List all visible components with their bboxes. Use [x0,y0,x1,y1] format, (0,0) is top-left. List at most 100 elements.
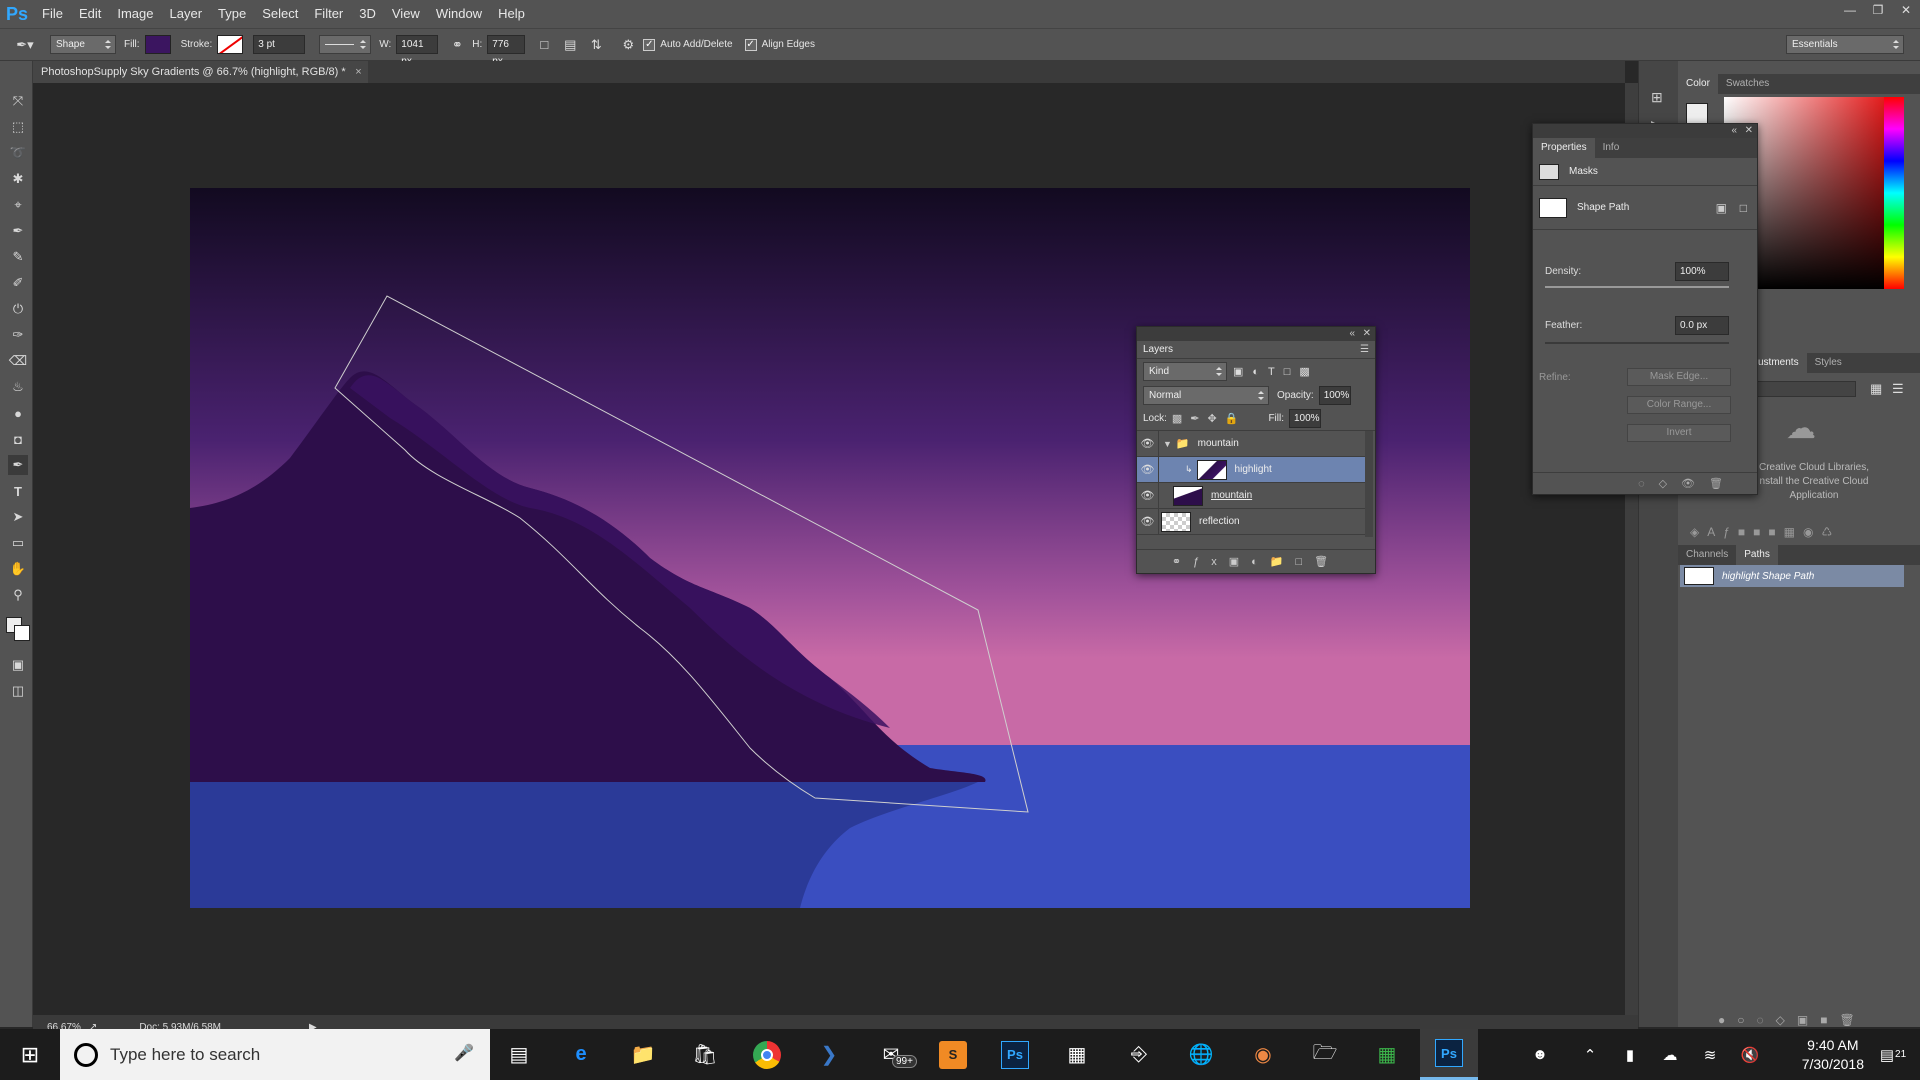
menu-filter[interactable]: Filter [306,0,351,28]
folder-app-icon[interactable]: 🗁 [1296,1029,1354,1080]
type-tool-icon[interactable]: T [8,481,28,501]
properties-panel-header[interactable]: « ✕ [1533,124,1757,138]
eyedropper-tool-icon[interactable]: ✒ [8,221,28,241]
sublime-icon[interactable]: S [924,1029,982,1080]
layers-footer-icons[interactable]: ⚭ƒx▣◐📁□🗑 [1137,549,1375,573]
marquee-tool-icon[interactable]: ⬚ [8,117,28,137]
paths-toolbar-icons[interactable]: ●○◌◇▣■🗑 [1718,1013,1867,1027]
tab-properties[interactable]: Properties [1533,138,1595,158]
background-color-swatch[interactable] [14,625,30,641]
chrome-icon[interactable] [738,1029,796,1080]
quick-mask-icon[interactable]: ▣ [8,655,28,675]
paint-bucket-tool-icon[interactable]: ♨ [8,377,28,397]
rectangle-tool-icon[interactable]: ▭ [8,533,28,553]
auto-add-delete-checkbox[interactable]: ✓ [643,38,656,51]
clock[interactable]: 9:40 AM 7/30/2018 [1802,1036,1864,1074]
list-view-icon[interactable]: ☰ [1892,381,1904,397]
filter-kind-select[interactable]: Kind [1143,361,1227,381]
mask-edge-button[interactable]: Mask Edge... [1627,368,1731,386]
spreadsheet-icon[interactable]: ▦ [1358,1029,1416,1080]
layers-scrollbar[interactable] [1365,431,1373,537]
layer-row[interactable]: 👁 reflection [1137,508,1366,535]
invert-button[interactable]: Invert [1627,424,1731,442]
tab-swatches[interactable]: Swatches [1718,74,1777,94]
task-view-icon[interactable]: ▤ [490,1029,548,1080]
layer-row-group[interactable]: 👁 ▼ 📁 mountain [1137,431,1366,457]
tab-paths[interactable]: Paths [1736,545,1778,565]
hue-slider[interactable] [1884,97,1904,289]
path-selection-tool-icon[interactable]: ➤ [8,507,28,527]
powershell-icon[interactable]: ❯ [800,1029,858,1080]
grid-view-icon[interactable]: ▦ [1870,381,1882,397]
wifi-icon[interactable]: ≋ [1690,1029,1730,1080]
file-explorer-icon[interactable]: 📁 [614,1029,672,1080]
width-input[interactable]: 1041 px [396,35,439,67]
menu-3d[interactable]: 3D [351,0,384,28]
path-item[interactable]: highlight Shape Path [1680,565,1904,587]
fill-swatch[interactable] [144,35,171,54]
people-icon[interactable]: ☻ [1520,1029,1560,1080]
app-windows-icon[interactable]: ▦ [1048,1029,1106,1080]
menu-file[interactable]: File [34,0,71,28]
stroke-swatch[interactable] [217,35,244,54]
library-toolbar-icons[interactable]: ◈Aƒ■■■▦◉♺ [1690,525,1840,539]
menu-view[interactable]: View [384,0,428,28]
menu-type[interactable]: Type [210,0,254,28]
battery-icon[interactable]: ▮ [1610,1029,1650,1080]
add-pixel-mask-icon[interactable]: ▣ [1716,201,1727,215]
layers-panel-header[interactable]: « ✕ [1137,327,1375,341]
opacity-input[interactable]: 100% [1318,385,1351,405]
menu-layer[interactable]: Layer [162,0,211,28]
eye-icon[interactable]: 👁 [1137,456,1159,483]
volume-icon[interactable]: 🔇 [1730,1029,1770,1080]
crop-tool-icon[interactable]: ⌖ [8,195,28,215]
eye-icon[interactable]: 👁 [1137,431,1159,457]
height-input[interactable]: 776 px [487,35,526,67]
density-slider-track[interactable] [1545,286,1729,288]
filter-type-icons[interactable]: ▣◐T□▩ [1233,365,1319,378]
globe-icon[interactable]: 🌐 [1172,1029,1230,1080]
layer-row[interactable]: 👁 mountain [1137,482,1366,509]
healing-brush-tool-icon[interactable]: ✎ [8,247,28,267]
brush-tool-icon[interactable]: ✐ [8,273,28,293]
clone-stamp-tool-icon[interactable]: ⏻ [8,299,28,319]
path-arrangement-icon[interactable]: ⇅ [585,34,607,56]
density-input[interactable]: 100% [1675,262,1729,281]
eye-icon[interactable]: 👁 [1137,482,1159,509]
hand-tool-icon[interactable]: ✋ [8,559,28,579]
mail-icon[interactable]: ✉ 99+ [862,1029,920,1080]
edge-icon[interactable]: e [552,1029,610,1080]
document-tab[interactable]: PhotoshopSupply Sky Gradients @ 66.7% (h… [33,61,368,83]
move-tool-icon[interactable]: ⤧ [8,91,28,111]
network-app-icon[interactable]: ⎆ [1110,1029,1168,1080]
expand-arrow-icon[interactable]: ▼ [1163,439,1172,449]
tab-info[interactable]: Info [1595,138,1628,158]
add-vector-mask-icon[interactable]: □ [1740,201,1747,215]
layer-row-selected[interactable]: 👁 ↳ highlight [1137,456,1366,483]
fill-input-layers[interactable]: 100% [1289,409,1321,428]
blender-icon[interactable]: ◉ [1234,1029,1292,1080]
taskbar-search[interactable]: Type here to search 🎤 [60,1029,490,1080]
gear-icon[interactable]: ⚙ [617,34,639,56]
link-icon[interactable]: ⚭ [446,34,468,56]
tab-styles[interactable]: Styles [1807,353,1850,373]
library-select[interactable] [1754,381,1856,397]
color-fg-swatch[interactable] [1686,103,1708,125]
history-brush-tool-icon[interactable]: ✑ [8,325,28,345]
magic-wand-tool-icon[interactable]: ✱ [8,169,28,189]
close-icon[interactable]: ✕ [1892,0,1920,20]
blend-mode-select[interactable]: Normal [1143,385,1269,405]
action-center-icon[interactable]: ▤ 21 [1870,1029,1916,1080]
blur-tool-icon[interactable]: ● [8,403,28,423]
menu-help[interactable]: Help [490,0,533,28]
menu-image[interactable]: Image [109,0,161,28]
photoshop-taskbar-icon[interactable]: Ps [986,1029,1044,1080]
close-tab-icon[interactable]: × [355,61,361,83]
history-icon[interactable]: ⊞ [1651,89,1663,106]
photoshop-active-icon[interactable]: Ps [1420,1029,1478,1080]
properties-footer-icons[interactable]: ◌◇👁🗑 [1533,472,1757,494]
workspace-select[interactable]: Essentials [1786,35,1904,54]
minimize-icon[interactable]: — [1836,0,1864,20]
microphone-icon[interactable]: 🎤 [454,1043,474,1063]
color-range-button[interactable]: Color Range... [1627,396,1731,414]
